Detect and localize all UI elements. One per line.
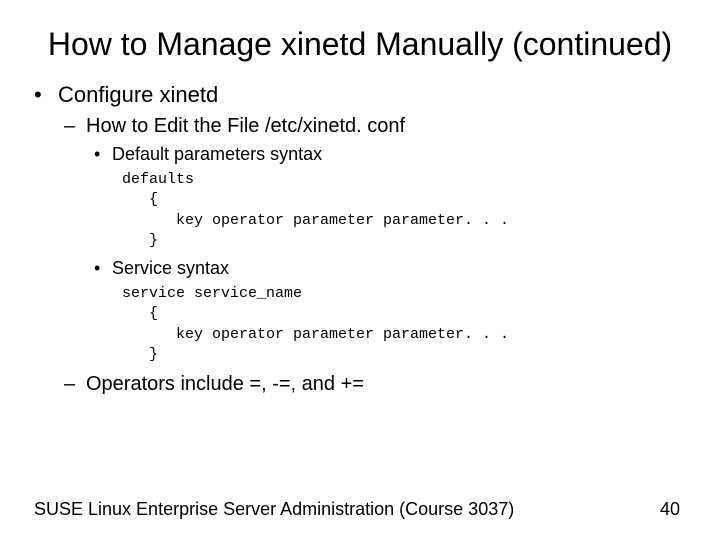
bullet-l3-service-text: Service syntax <box>112 258 229 278</box>
bullet-l1-text: Configure xinetd <box>58 82 218 107</box>
bullet-l1: Configure xinetd How to Edit the File /e… <box>34 78 696 399</box>
code-block-defaults: defaults { key operator parameter parame… <box>94 170 696 251</box>
bullet-l2-operators: Operators include =, -=, and += <box>64 369 696 399</box>
bullet-l3-service: Service syntax service service_name { ke… <box>94 255 696 365</box>
bullet-l3-defaults: Default parameters syntax defaults { key… <box>94 141 696 251</box>
slide: How to Manage xinetd Manually (continued… <box>0 0 720 540</box>
bullet-l2-operators-text: Operators include =, -=, and += <box>86 373 364 395</box>
bullet-l2-edit-file: How to Edit the File /etc/xinetd. conf D… <box>64 111 696 365</box>
bullet-l3-defaults-text: Default parameters syntax <box>112 144 322 164</box>
slide-title: How to Manage xinetd Manually (continued… <box>0 0 720 78</box>
footer-text: SUSE Linux Enterprise Server Administrat… <box>34 499 514 520</box>
code-block-service: service service_name { key operator para… <box>94 284 696 365</box>
footer: SUSE Linux Enterprise Server Administrat… <box>34 499 680 520</box>
page-number: 40 <box>660 499 680 520</box>
bullet-l2-edit-file-text: How to Edit the File /etc/xinetd. conf <box>86 115 405 137</box>
slide-body: Configure xinetd How to Edit the File /e… <box>0 78 720 399</box>
